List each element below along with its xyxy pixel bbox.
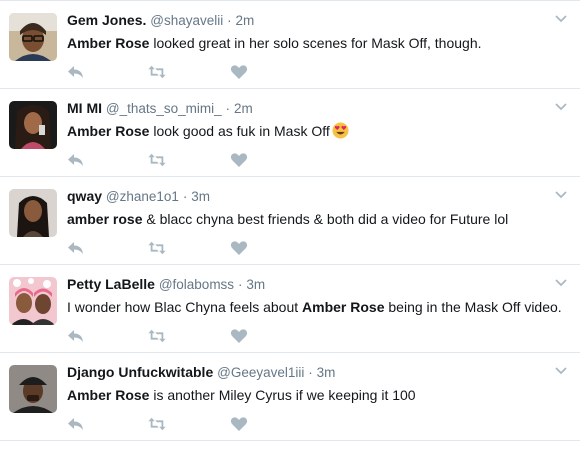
author-username[interactable]: @zhane1o1: [106, 189, 179, 204]
like-icon[interactable]: [230, 416, 248, 432]
tweet-timestamp[interactable]: 2m: [236, 13, 255, 28]
tweet-text-after: being in the Mask Off video.: [384, 299, 562, 315]
chevron-down-icon[interactable]: [554, 187, 568, 201]
tweet-item[interactable]: qway @zhane1o1 · 3m amber rose & blacc c…: [0, 177, 580, 265]
header-separator: ·: [237, 277, 243, 292]
tweet-item[interactable]: MI MI @_thats_so_mimi_ · 2m Amber Rose l…: [0, 89, 580, 177]
tweet-header: Django Unfuckwitable @Geeyavel1iii · 3m: [67, 363, 550, 382]
tweet-text: Amber Rose is another Miley Cyrus if we …: [67, 385, 572, 405]
tweet-item[interactable]: Petty LaBelle @folabomss · 3m I wonder h…: [0, 265, 580, 353]
tweet-header: Gem Jones. @shayavelii · 2m: [67, 11, 550, 30]
retweet-icon[interactable]: [148, 152, 166, 168]
tweet-header: Petty LaBelle @folabomss · 3m: [67, 275, 550, 294]
tweet-text-before: I wonder how Blac Chyna feels about: [67, 299, 303, 315]
author-name[interactable]: Gem Jones.: [67, 12, 146, 28]
chevron-down-icon[interactable]: [554, 275, 568, 289]
chevron-down-icon[interactable]: [554, 11, 568, 25]
tweet-item[interactable]: Gem Jones. @shayavelii · 2m Amber Rose l…: [0, 1, 580, 89]
avatar-woman-long-hair-icon: [9, 189, 57, 237]
tweet-timestamp[interactable]: 3m: [191, 189, 210, 204]
reply-icon[interactable]: [67, 416, 85, 432]
reply-icon[interactable]: [67, 328, 85, 344]
like-icon[interactable]: [230, 152, 248, 168]
reply-icon[interactable]: [67, 240, 85, 256]
author-username[interactable]: @_thats_so_mimi_: [106, 101, 222, 116]
author-name[interactable]: Petty LaBelle: [67, 276, 155, 292]
tweet-timestamp[interactable]: 2m: [234, 101, 253, 116]
avatar-man-cap-icon: [9, 365, 57, 413]
tweet-header: qway @zhane1o1 · 3m: [67, 187, 550, 206]
reply-icon[interactable]: [67, 64, 85, 80]
tweet-text: amber rose & blacc chyna best friends & …: [67, 209, 572, 229]
tweet-text: Amber Rose look good as fuk in Mask Off: [67, 121, 572, 141]
header-separator: ·: [227, 13, 232, 28]
keyword-highlight: Amber Rose: [67, 123, 150, 139]
header-separator: ·: [308, 365, 313, 380]
avatar[interactable]: [9, 365, 57, 413]
tweet-header: MI MI @_thats_so_mimi_ · 2m: [67, 99, 550, 118]
avatar[interactable]: [9, 189, 57, 237]
retweet-icon[interactable]: [148, 240, 166, 256]
avatar[interactable]: [9, 277, 57, 325]
author-name[interactable]: Django Unfuckwitable: [67, 364, 213, 380]
chevron-down-icon[interactable]: [554, 363, 568, 377]
tweet-timestamp[interactable]: 3m: [246, 277, 265, 292]
tweet-timestamp[interactable]: 3m: [317, 365, 336, 380]
tweet-item[interactable]: Django Unfuckwitable @Geeyavel1iii · 3m …: [0, 353, 580, 441]
tweet-text-rest: & blacc chyna best friends & both did a …: [142, 211, 509, 227]
avatar-group-filter-icon: [9, 277, 57, 325]
keyword-highlight: amber rose: [67, 211, 143, 227]
tweet-text: I wonder how Blac Chyna feels about Ambe…: [67, 297, 572, 317]
heart-eyes-emoji-icon: [332, 122, 349, 139]
avatar-woman-glasses-icon: [9, 13, 57, 61]
tweet-text-rest: look good as fuk in Mask Off: [149, 123, 330, 139]
keyword-highlight: Amber Rose: [302, 299, 385, 315]
tweet-text-rest: looked great in her solo scenes for Mask…: [149, 35, 482, 51]
header-separator: ·: [225, 101, 231, 116]
retweet-icon[interactable]: [148, 416, 166, 432]
author-username[interactable]: @shayavelii: [150, 13, 223, 28]
header-separator: ·: [182, 189, 188, 204]
reply-icon[interactable]: [67, 152, 85, 168]
chevron-down-icon[interactable]: [554, 99, 568, 113]
keyword-highlight: Amber Rose: [67, 387, 150, 403]
keyword-highlight: Amber Rose: [67, 35, 150, 51]
like-icon[interactable]: [230, 328, 248, 344]
author-username[interactable]: @Geeyavel1iii: [217, 365, 304, 380]
author-username[interactable]: @folabomss: [159, 277, 234, 292]
avatar[interactable]: [9, 13, 57, 61]
tweet-text-rest: is another Miley Cyrus if we keeping it …: [149, 387, 416, 403]
like-icon[interactable]: [230, 240, 248, 256]
like-icon[interactable]: [230, 64, 248, 80]
retweet-icon[interactable]: [148, 328, 166, 344]
tweet-timeline: Gem Jones. @shayavelii · 2m Amber Rose l…: [0, 0, 580, 441]
retweet-icon[interactable]: [148, 64, 166, 80]
tweet-text: Amber Rose looked great in her solo scen…: [67, 33, 572, 53]
author-name[interactable]: qway: [67, 188, 102, 204]
avatar[interactable]: [9, 101, 57, 149]
avatar-woman-selfie-icon: [9, 101, 57, 149]
author-name[interactable]: MI MI: [67, 100, 102, 116]
